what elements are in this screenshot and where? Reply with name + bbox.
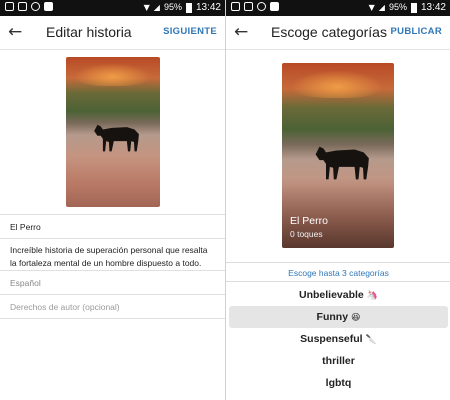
clock: 13:42 — [195, 2, 221, 13]
category-item[interactable]: thriller — [226, 350, 450, 372]
toolbar: ← Editar historia SIGUIENTE — [0, 16, 225, 50]
instagram-notification-icon — [257, 2, 266, 11]
status-bar: ▼ ◢ 95% 13:42 — [0, 0, 225, 16]
category-item[interactable]: Unbelievable 🦄 — [226, 284, 450, 306]
story-title-field[interactable]: El Perro — [0, 215, 225, 239]
message-notification-icon — [18, 2, 27, 11]
wifi-icon: ▼ — [368, 3, 375, 12]
dog-silhouette — [92, 117, 147, 156]
category-label: Funny — [316, 311, 349, 323]
category-label: Suspenseful — [300, 333, 363, 345]
signal-icon: ◢ — [378, 3, 385, 12]
story-form: El Perro Increíble historia de superació… — [0, 214, 225, 319]
sunset-glow — [73, 63, 151, 86]
laughing-face-icon: 😆 — [351, 313, 361, 323]
copyright-field[interactable]: Derechos de autor (opcional) — [0, 295, 225, 319]
publish-button[interactable]: PUBLICAR — [391, 26, 442, 37]
system-indicators: ▼ ◢ 95% 13:42 — [369, 2, 446, 13]
message-notification-icon — [244, 2, 253, 11]
notification-icons — [5, 2, 53, 11]
battery-icon — [185, 2, 192, 13]
sunset-glow — [290, 70, 383, 99]
story-cover-card: El Perro 0 toques — [282, 63, 394, 248]
category-label: Unbelievable — [299, 289, 364, 301]
category-label: lgbtq — [325, 377, 352, 389]
story-cover-image[interactable] — [66, 57, 160, 207]
language-field[interactable]: Español — [0, 271, 225, 295]
battery-percent: 95% — [388, 2, 407, 12]
choose-categories-screen: ▼ ◢ 95% 13:42 ← Escoge categorías PUBLIC… — [225, 0, 450, 400]
instagram-notification-icon — [31, 2, 40, 11]
image-notification-icon — [231, 2, 240, 11]
arrow-left-icon[interactable]: ← — [234, 22, 254, 42]
category-item[interactable]: Suspenseful 🔪 — [226, 328, 450, 350]
category-list: Unbelievable 🦄 Funny 😆 Suspenseful 🔪 thrill… — [226, 284, 450, 394]
image-notification-icon — [5, 2, 14, 11]
battery-icon — [410, 2, 417, 13]
clock: 13:42 — [420, 2, 446, 13]
page-title: Escoge categorías — [271, 24, 387, 40]
system-indicators: ▼ ◢ 95% 13:42 — [144, 2, 221, 13]
notification-icons — [231, 2, 279, 11]
category-label: thriller — [322, 355, 355, 367]
app-notification-icon — [44, 2, 53, 11]
arrow-left-icon[interactable]: ← — [8, 22, 28, 42]
cover-title: El Perro — [290, 215, 328, 227]
battery-percent: 95% — [163, 2, 182, 12]
signal-icon: ◢ — [153, 3, 160, 12]
wifi-icon: ▼ — [143, 3, 150, 12]
knife-icon: 🔪 — [365, 335, 377, 345]
category-item-selected[interactable]: Funny 😆 — [229, 306, 448, 328]
status-bar: ▼ ◢ 95% 13:42 — [226, 0, 450, 16]
toolbar: ← Escoge categorías PUBLICAR — [226, 16, 450, 50]
app-notification-icon — [270, 2, 279, 11]
page-title: Editar historia — [46, 24, 132, 40]
cover-likes: 0 toques — [290, 229, 323, 239]
edit-story-screen: ▼ ◢ 95% 13:42 ← Editar historia SIGUIENT… — [0, 0, 225, 400]
categories-header: Escoge hasta 3 categorías — [226, 262, 450, 282]
category-item[interactable]: lgbtq — [226, 372, 450, 394]
unicorn-icon: 🦄 — [366, 291, 378, 301]
categories-hint: Escoge hasta 3 categorías — [288, 268, 389, 278]
story-description-field[interactable]: Increíble historia de superación persona… — [0, 239, 225, 271]
categories-section: Escoge hasta 3 categorías Unbelievable 🦄 … — [226, 262, 450, 400]
next-button[interactable]: SIGUIENTE — [163, 26, 217, 37]
